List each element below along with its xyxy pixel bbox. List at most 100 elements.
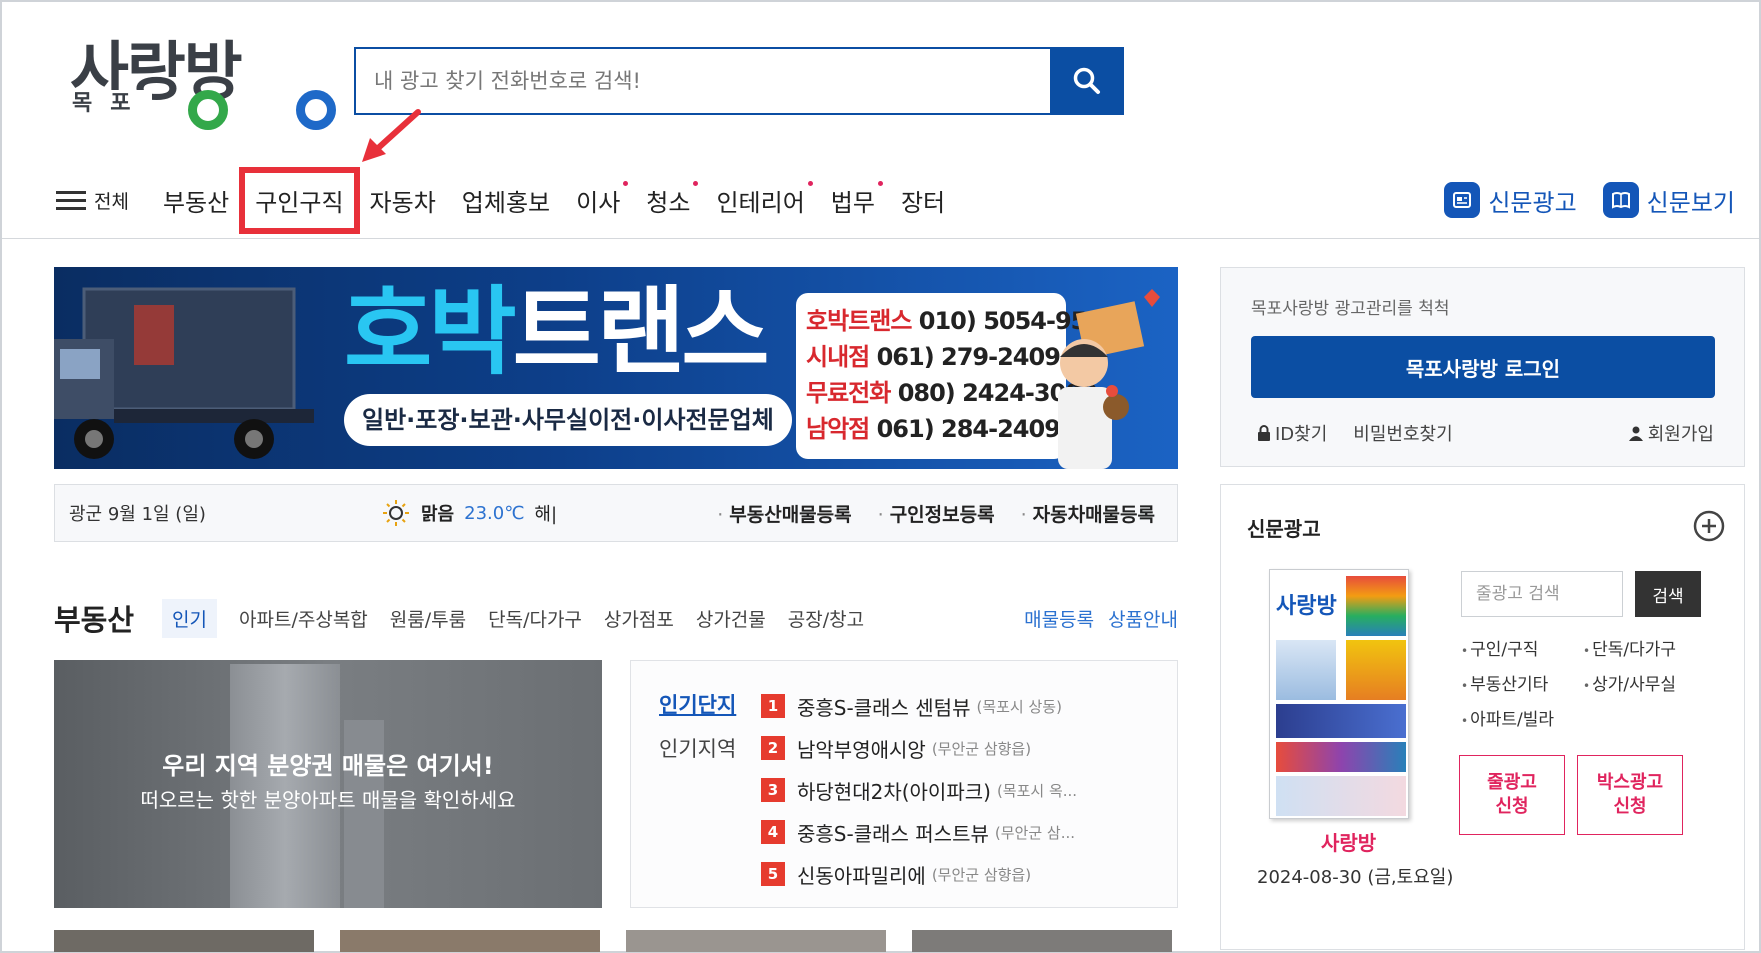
search-button[interactable] [1050,49,1124,113]
listing-thumbnail[interactable] [912,930,1172,952]
classified-search-input[interactable]: 줄광고 검색 [1461,571,1623,617]
plus-circle-icon[interactable] [1692,509,1726,543]
nav-item-realestate[interactable]: 부동산 [163,183,229,218]
sun-icon [383,500,409,526]
weather-widget: 맑음 23.0℃ 해| [381,498,581,528]
listing-thumbnail[interactable] [54,930,314,952]
lock-icon [1258,425,1270,441]
join-link[interactable]: 회원가입 [1628,420,1714,446]
nav-item-legal[interactable]: 법무 [831,180,884,218]
login-button[interactable]: 목포사랑방 로그인 [1251,336,1715,398]
find-id-label: ID찾기 [1275,424,1328,445]
tab-factory[interactable]: 공장/창고 [788,605,864,632]
realestate-links: 매물등록 상품안내 [1024,605,1178,632]
banner-phone-row: 호박트랜스 010) 5054-9562 [806,307,1119,335]
nav-item-cleaning[interactable]: 청소 [646,180,699,218]
nav-item-cars[interactable]: 자동차 [370,183,436,218]
listing-thumbnails [54,930,1172,952]
nav-item-market[interactable]: 장터 [901,183,945,218]
category-link[interactable]: 단독/다가구 [1583,635,1693,660]
mover-character-image [1058,289,1160,469]
newspaper-view-label: 신문보기 [1646,188,1735,217]
user-icon [1628,426,1643,441]
banner-title: 호박트랜스 [344,277,770,387]
find-id-link[interactable]: ID찾기 [1257,420,1327,446]
complex-name: 남악부영애시앙 [797,737,926,762]
tab-popular-region[interactable]: 인기지역 [659,733,736,763]
apply-line-ad-label: 줄광고 신청 [1487,772,1537,817]
newspaper-view-link[interactable]: 신문보기 [1602,182,1735,218]
complex-name: 중흥S-클래스 퍼스트뷰 [797,821,989,846]
list-item[interactable]: 3 하당현대2차(아이파크) (목포시 옥... [761,769,1077,811]
tab-building[interactable]: 상가건물 [696,605,766,632]
complex-name: 하당현대2차(아이파크) [797,779,991,804]
register-car-link[interactable]: 자동차매물등록 [1021,500,1155,527]
search-icon [1073,67,1100,94]
tab-popular-complex[interactable]: 인기단지 [659,689,736,719]
category-link[interactable]: 아파트/빌라 [1461,705,1583,730]
complex-location: (무안군 삼향읍) [931,739,1032,758]
nav-item-interior[interactable]: 인테리어 [716,180,814,218]
strip-date: 광군 9월 1일 (일) [69,504,206,525]
tab-shop[interactable]: 상가점포 [604,605,674,632]
tab-house[interactable]: 단독/다가구 [488,605,582,632]
ad-banner[interactable]: 호박트랜스 일반·포장·보관·사무실이전·이사전문업체 호박트랜스 010) 5… [54,267,1178,469]
category-link[interactable]: 부동산기타 [1461,670,1583,695]
complex-location: (목포시 상동) [976,697,1062,716]
register-job-link[interactable]: 구인정보등록 [878,500,995,527]
banner-phone-row: 시내점 061) 279-2409 [806,343,1061,371]
tab-oneroom[interactable]: 원룸/투룸 [390,605,466,632]
find-password-link[interactable]: 비밀번호찾기 [1353,420,1452,446]
hamburger-icon [56,186,86,215]
classified-search-button[interactable]: 검색 [1635,571,1701,617]
complex-location: (무안군 삼... [994,823,1075,842]
list-item[interactable]: 5 신동아파밀리에 (무안군 삼향읍) [761,853,1077,895]
register-realestate-link[interactable]: 부동산매물등록 [717,500,851,527]
newspaper-name: 사랑방 [1321,831,1377,855]
nav-all-menu[interactable]: 전체 [56,186,129,215]
newspaper-ad-link[interactable]: 신문광고 [1444,182,1577,218]
promo-headline: 우리 지역 분양권 매물은 여기서! [162,752,494,780]
header-right-links: 신문광고 신문보기 [1444,182,1735,218]
main-nav: 전체 부동산 구인구직 자동차 업체홍보 이사 청소 인테리어 법무 장터 [56,166,971,234]
info-strip: 광군 9월 1일 (일) 맑음 23.0℃ 해| 부동산매물등록 구인정보등록 … [54,484,1178,542]
popular-list: 1 중흥S-클래스 센텀뷰 (목포시 상동) 2 남악부영애시앙 (무안군 삼향읍) 3… [761,685,1077,895]
quick-register-links: 부동산매물등록 구인정보등록 자동차매물등록 [717,500,1155,527]
apply-line-ad-button[interactable]: 줄광고 신청 [1459,755,1565,835]
search-input[interactable] [356,49,1050,113]
category-link[interactable]: 구인/구직 [1461,635,1583,660]
book-icon [1602,182,1639,218]
tab-apartment[interactable]: 아파트/주상복합 [239,605,368,632]
logo-region: 목포 [72,90,153,118]
banner-phone-row: 남악점 061) 284-2409 [806,415,1061,443]
truck-image [54,287,314,459]
newspaper-logo-image: 사랑방 [1276,594,1337,619]
search-bar [354,47,1124,115]
popular-complex-panel: 인기단지 인기지역 1 중흥S-클래스 센텀뷰 (목포시 상동) 2 남악부영애시앙 (… [630,660,1178,908]
panel-title: 신문광고 [1247,517,1321,541]
list-item[interactable]: 4 중흥S-클래스 퍼스트뷰 (무안군 삼... [761,811,1077,853]
nav-item-moving[interactable]: 이사 [576,180,629,218]
banner-phone-card: 호박트랜스 010) 5054-9562 시내점 061) 279-2409 무… [796,293,1119,459]
listing-thumbnail[interactable] [626,930,886,952]
presale-promo-card[interactable]: 우리 지역 분양권 매물은 여기서! 떠오르는 핫한 분양아파트 매물을 확인하… [54,660,602,908]
realestate-title: 부동산 [54,603,135,637]
nav-item-business[interactable]: 업체홍보 [462,183,550,218]
category-link[interactable]: 상가/사무실 [1583,670,1693,695]
apply-box-ad-button[interactable]: 박스광고 신청 [1577,755,1683,835]
list-item[interactable]: 2 남악부영애시앙 (무안군 삼향읍) [761,727,1077,769]
tab-popular[interactable]: 인기 [162,598,218,638]
listing-thumbnail[interactable] [340,930,600,952]
register-listing-link[interactable]: 매물등록 [1024,605,1094,632]
newspaper-ad-label: 신문광고 [1488,188,1577,217]
realestate-header: 부동산 인기 아파트/주상복합 원룸/투룸 단독/다가구 상가점포 상가건물 공… [54,596,1178,640]
banner-subtitle: 일반·포장·보관·사무실이전·이사전문업체 [344,394,792,446]
list-item[interactable]: 1 중흥S-클래스 센텀뷰 (목포시 상동) [761,685,1077,727]
rank-badge: 1 [761,694,785,718]
site-logo[interactable]: 사랑방 목포 [70,36,336,134]
banner-phone-row: 무료전화 080) 2424-3000 [806,379,1098,407]
nav-item-jobs[interactable]: 구인구직 [239,166,360,234]
product-info-link[interactable]: 상품안내 [1108,605,1178,632]
newspaper-thumbnail[interactable]: 사랑방 [1269,569,1409,819]
rank-badge: 4 [761,820,785,844]
